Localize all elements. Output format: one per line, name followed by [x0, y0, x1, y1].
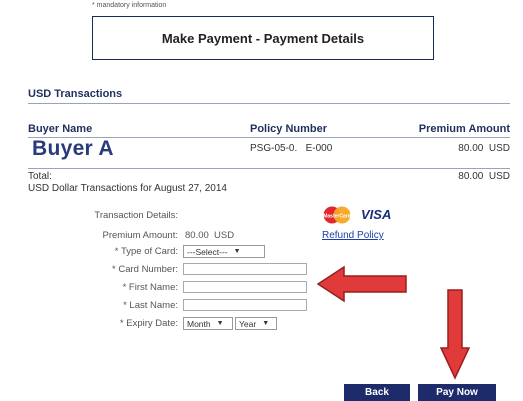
page-title: Make Payment - Payment Details	[92, 16, 434, 60]
last-name-label: * Last Name:	[123, 300, 178, 311]
mastercard-text: MasterCard	[323, 214, 351, 220]
expiry-year-value: Year	[239, 318, 257, 329]
total-amount: 80.00 USD	[458, 171, 510, 182]
card-type-select[interactable]: ---Select--- ▼	[183, 245, 265, 258]
first-name-label: * First Name:	[122, 282, 178, 293]
expiry-month-value: Month	[187, 318, 211, 329]
expiry-year-select[interactable]: Year ▼	[235, 317, 277, 330]
column-header-policy: Policy Number	[250, 123, 328, 135]
back-button[interactable]: Back	[344, 384, 410, 401]
chevron-down-icon: ▼	[233, 248, 241, 255]
transaction-details-heading: Transaction Details:	[94, 210, 178, 221]
premium-amount-value: 80.00 USD	[185, 230, 235, 241]
first-name-input[interactable]	[183, 281, 307, 293]
policy-number: PSG-05-0. E-000	[250, 143, 333, 154]
column-header-buyer: Buyer Name	[28, 123, 93, 135]
card-type-label: * Type of Card:	[114, 246, 178, 257]
mastercard-logo: MasterCard	[320, 206, 354, 224]
divider	[28, 103, 510, 104]
premium-amount: 80.00 USD	[458, 143, 510, 154]
pay-now-button[interactable]: Pay Now	[418, 384, 496, 401]
section-title: USD Transactions	[28, 88, 123, 100]
refund-policy-link[interactable]: Refund Policy	[322, 230, 384, 241]
card-number-label: * Card Number:	[112, 264, 178, 275]
arrow-down-icon	[439, 288, 471, 380]
premium-amount-label: Premium Amount:	[102, 230, 179, 241]
buyer-name: Buyer A	[32, 137, 114, 160]
last-name-input[interactable]	[183, 299, 307, 311]
chevron-down-icon: ▼	[216, 320, 224, 327]
arrow-left-icon	[316, 265, 408, 303]
expiry-month-select[interactable]: Month ▼	[183, 317, 233, 330]
transactions-subtitle: USD Dollar Transactions for August 27, 2…	[28, 183, 227, 194]
total-label: Total:	[28, 171, 52, 182]
expiry-date-label: * Expiry Date:	[119, 318, 178, 329]
card-number-input[interactable]	[183, 263, 307, 275]
divider	[28, 168, 510, 169]
mandatory-note: * mandatory information	[92, 2, 167, 9]
visa-logo: VISA	[361, 207, 392, 222]
column-header-amount: Premium Amount	[418, 123, 510, 135]
chevron-down-icon: ▼	[262, 320, 270, 327]
card-type-value: ---Select---	[187, 246, 228, 257]
